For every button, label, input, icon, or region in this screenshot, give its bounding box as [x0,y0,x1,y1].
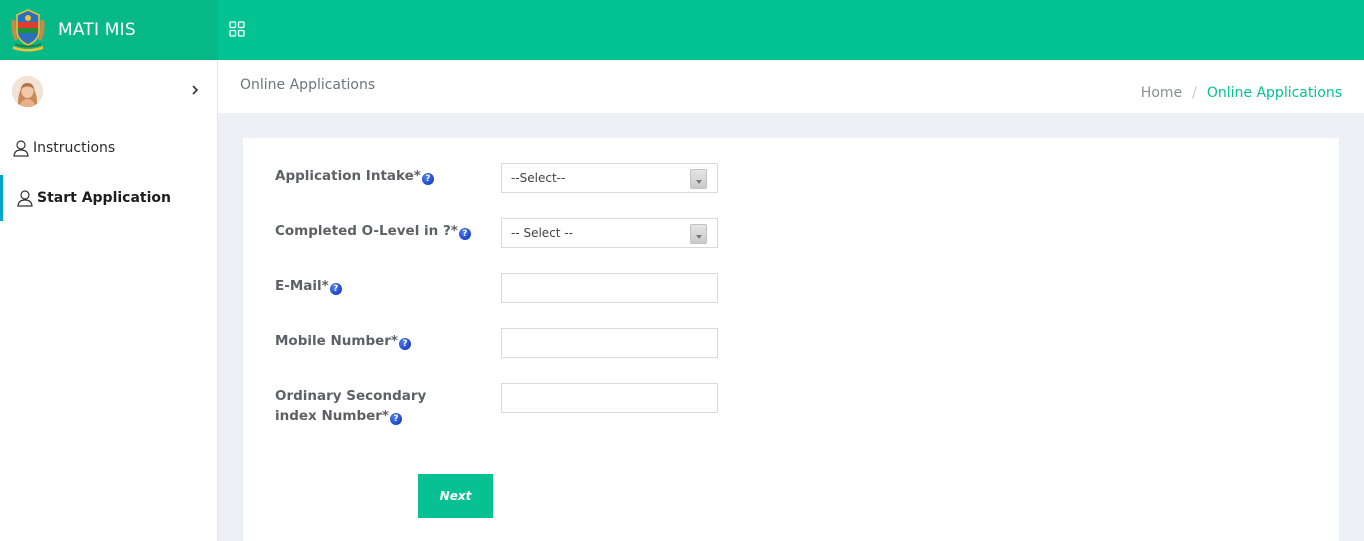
top-navbar: MATI MIS [0,0,1364,60]
mobile-number-label: Mobile Number*? [275,331,475,351]
email-field[interactable] [501,273,718,303]
question-icon[interactable]: ? [389,413,402,425]
application-intake-label: Application Intake*? [275,166,475,186]
dropdown-arrow-icon [690,169,707,189]
index-number-label: Ordinary Secondary index Number*? [275,388,427,425]
sidebar-item-label: Start Application [37,190,171,206]
question-icon[interactable]: ? [421,173,434,185]
olevel-year-label: Completed O-Level in ?*? [275,221,475,241]
brand[interactable]: MATI MIS [0,0,218,60]
chevron-right-icon [192,85,199,95]
question-icon[interactable]: ? [399,338,411,350]
user-profile-toggle[interactable] [0,60,218,122]
sidebar: Instructions Start Application [0,60,218,541]
page-header: Online Applications Home / Online Applic… [218,60,1364,113]
sidebar-item-label: Instructions [33,140,116,156]
olevel-year-select[interactable]: -- Select -- [501,218,718,248]
mobile-number-field[interactable] [501,328,718,358]
dropdown-arrow-icon [690,224,707,244]
coat-of-arms-logo [11,9,45,52]
index-number-field[interactable] [501,383,718,413]
email-label: E-Mail*? [275,276,475,296]
breadcrumb-current: Online Applications [1206,85,1342,101]
user-icon [17,190,33,207]
breadcrumb-home-link[interactable]: Home [1141,85,1182,101]
grid-menu-icon[interactable] [229,21,245,37]
app-title: MATI MIS [58,20,136,40]
avatar [12,76,43,107]
application-intake-select[interactable]: --Select-- [501,163,718,193]
next-button[interactable]: Next [418,474,493,518]
question-icon[interactable]: ? [458,228,471,240]
page-title: Online Applications [240,77,376,93]
sidebar-item-start-application[interactable]: Start Application [0,175,218,221]
breadcrumb-separator: / [1192,85,1197,101]
sidebar-item-instructions[interactable]: Instructions [0,125,218,171]
question-icon[interactable]: ? [329,283,342,295]
user-icon [13,140,29,157]
breadcrumb: Home / Online Applications [1141,85,1342,101]
application-form-card: Application Intake*? --Select-- Complete… [243,138,1339,541]
